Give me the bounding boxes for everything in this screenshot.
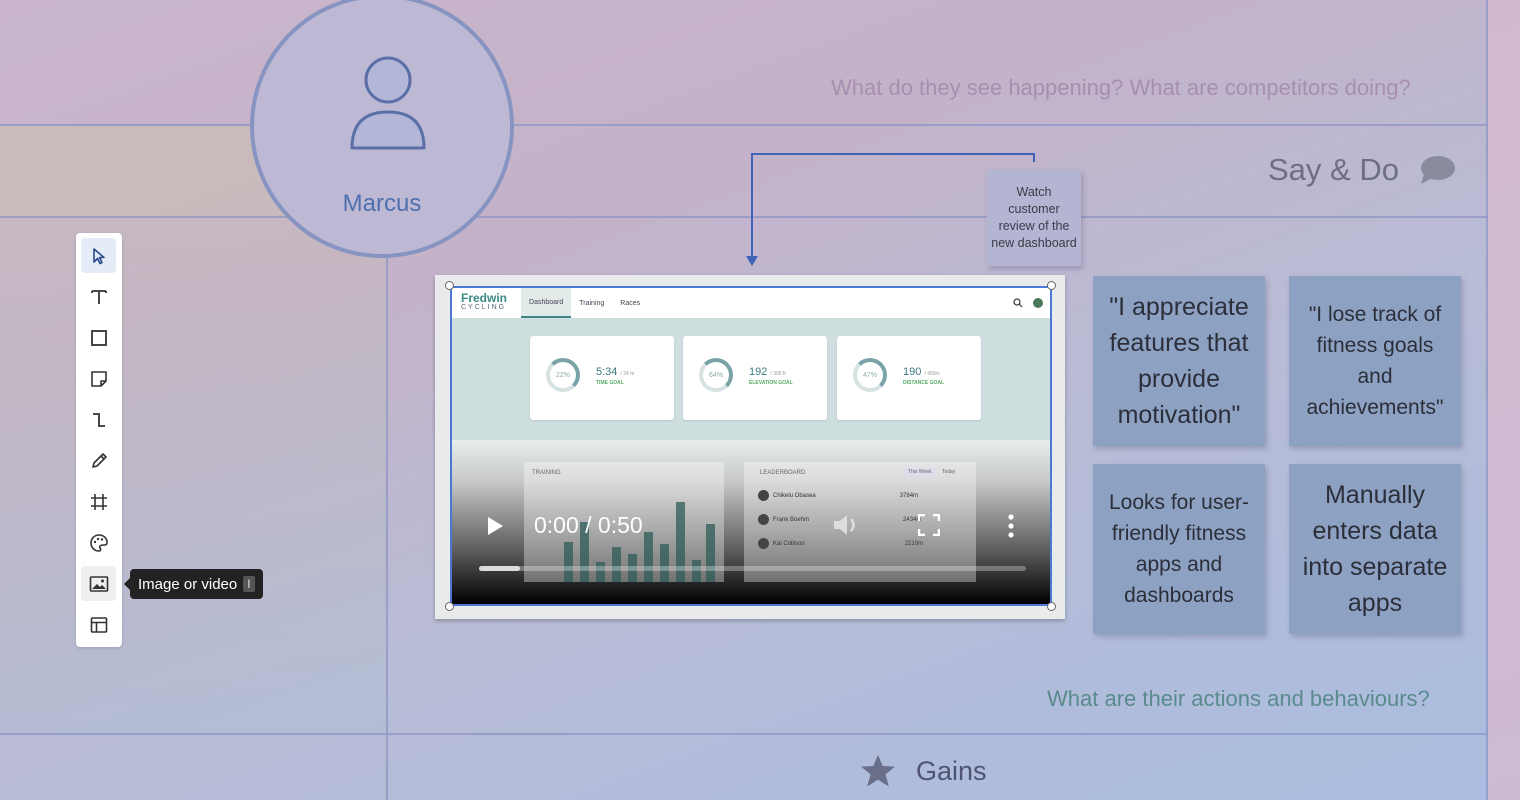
square-icon: [90, 329, 107, 346]
volume-icon[interactable]: [832, 512, 860, 538]
search-icon: [1013, 298, 1023, 308]
connector-icon: [92, 412, 105, 427]
sticky-note[interactable]: "I lose track of fitness goals and achie…: [1289, 276, 1461, 446]
text-icon: [90, 289, 107, 304]
app-tab-races: Races: [620, 299, 641, 307]
tooltip-image-video: Image or video I: [124, 569, 263, 599]
sticky-note[interactable]: Looks for user-friendly fitness apps and…: [1093, 464, 1265, 634]
star-icon: [861, 755, 895, 787]
gains-label: Gains: [916, 755, 987, 786]
app-tab-training: Training: [579, 299, 605, 307]
sticky-note-icon: [90, 370, 107, 387]
video-player[interactable]: Fredwin CYCLING Dashboard Training Races …: [450, 286, 1052, 606]
sticky-note[interactable]: Manually enters data into separate apps: [1289, 464, 1461, 634]
frame-icon: [90, 493, 107, 510]
sticky-note[interactable]: "I appreciate features that provide moti…: [1093, 276, 1265, 446]
tools-toolbar: [76, 233, 122, 647]
goal-card: 22% 5:34 / 24 hr TIME GOAL: [530, 336, 674, 420]
whiteboard-canvas[interactable]: What do they see happening? What are com…: [0, 0, 1520, 800]
shape-tool-button[interactable]: [81, 320, 116, 355]
sticky-note-tool-button[interactable]: [81, 361, 116, 396]
gains-section-header: Gains: [860, 754, 987, 788]
frame-tool-button[interactable]: [81, 484, 116, 519]
resize-handle[interactable]: [1047, 602, 1056, 611]
sticky-note-small[interactable]: Watch customer review of the new dashboa…: [987, 170, 1081, 266]
video-progress-bar[interactable]: [479, 566, 1026, 571]
image-video-tool-button[interactable]: [81, 566, 116, 601]
app-header: Fredwin CYCLING Dashboard Training Races: [452, 288, 1050, 318]
fullscreen-icon[interactable]: [918, 514, 940, 536]
video-progress-fill: [479, 566, 521, 571]
pen-tool-button[interactable]: [81, 443, 116, 478]
resize-handle[interactable]: [445, 602, 454, 611]
pen-icon: [91, 452, 107, 468]
image-icon: [89, 575, 108, 592]
tooltip-label: Image or video: [138, 575, 238, 593]
cursor-icon: [92, 247, 105, 264]
app-logo: Fredwin CYCLING: [461, 291, 508, 311]
connector-tool-button[interactable]: [81, 402, 116, 437]
more-options-icon[interactable]: [1007, 513, 1015, 539]
play-icon[interactable]: [486, 516, 504, 536]
template-icon: [90, 616, 107, 633]
template-tool-button[interactable]: [81, 607, 116, 642]
video-time: 0:00 / 0:50: [534, 512, 643, 538]
avatar: [1033, 298, 1043, 308]
text-tool-button[interactable]: [81, 279, 116, 314]
shortcut-key: I: [243, 576, 255, 592]
resize-handle[interactable]: [445, 281, 454, 290]
video-controls: 0:00 / 0:50: [452, 498, 1050, 571]
sticker-tool-button[interactable]: [81, 525, 116, 560]
goal-card: 64% 192 / 300 ft ELEVATION GOAL: [683, 336, 827, 420]
resize-handle[interactable]: [1047, 281, 1056, 290]
app-tab-dashboard: Dashboard: [521, 288, 572, 318]
palette-icon: [89, 533, 108, 552]
select-tool-button[interactable]: [81, 238, 116, 273]
goal-card: 47% 190 / 400m DISTANCE GOAL: [837, 336, 981, 420]
